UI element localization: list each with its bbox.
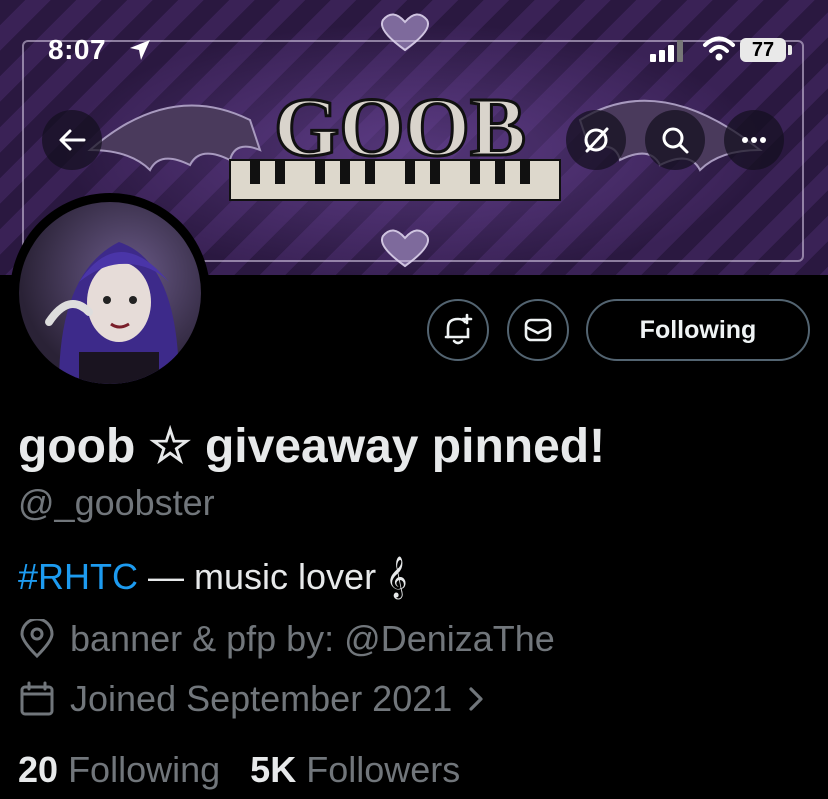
location-text: banner & pfp by: @DenizaThe [70,618,555,659]
chevron-right-icon [469,687,483,711]
avatar-image [19,202,201,384]
profile-handle: @_goobster [18,482,215,523]
profile-avatar[interactable] [10,193,210,393]
following-count: 20 [18,749,59,790]
map-pin-icon [20,619,54,659]
status-bar: 8:07 77 [0,0,828,65]
bio-text: — music lover 𝄞 [138,556,408,597]
more-options-button[interactable] [724,110,784,170]
followers-stat-link[interactable]: 5K Followers [250,749,460,790]
profile-stats: 20 Following 5K Followers [18,749,460,791]
cellular-signal-icon [650,40,683,62]
battery-nub [788,45,792,55]
search-icon [662,127,689,154]
battery-indicator: 77 [740,38,786,62]
following-button[interactable]: Following [586,299,810,361]
arrow-left-icon [59,129,86,151]
bell-plus-icon [444,313,473,345]
message-button[interactable] [507,299,569,361]
joined-text: Joined September 2021 [70,678,453,719]
profile-joined[interactable]: Joined September 2021 [18,678,486,720]
calendar-icon [20,681,54,716]
back-button[interactable] [42,110,102,170]
envelope-icon [524,318,552,342]
display-name: goob ☆ giveaway pinned! [18,420,606,473]
followers-count: 5K [250,749,297,790]
wifi-icon [703,36,735,61]
bio-hashtag-link[interactable]: #RHTC [18,556,138,597]
profile-location: banner & pfp by: @DenizaThe [18,618,555,660]
more-horizontal-icon [742,137,766,143]
following-label: Following [68,749,221,790]
followers-label: Followers [306,749,461,790]
profile-bio: #RHTC — music lover 𝄞 [18,556,407,599]
hide-banner-button[interactable] [566,110,626,170]
avatar-illustration [45,242,179,384]
notifications-button[interactable] [427,299,489,361]
search-button[interactable] [645,110,705,170]
status-time: 8:07 [48,34,107,65]
eye-slash-icon [584,127,609,153]
location-arrow-icon [130,40,150,60]
following-stat-link[interactable]: 20 Following [18,749,230,790]
